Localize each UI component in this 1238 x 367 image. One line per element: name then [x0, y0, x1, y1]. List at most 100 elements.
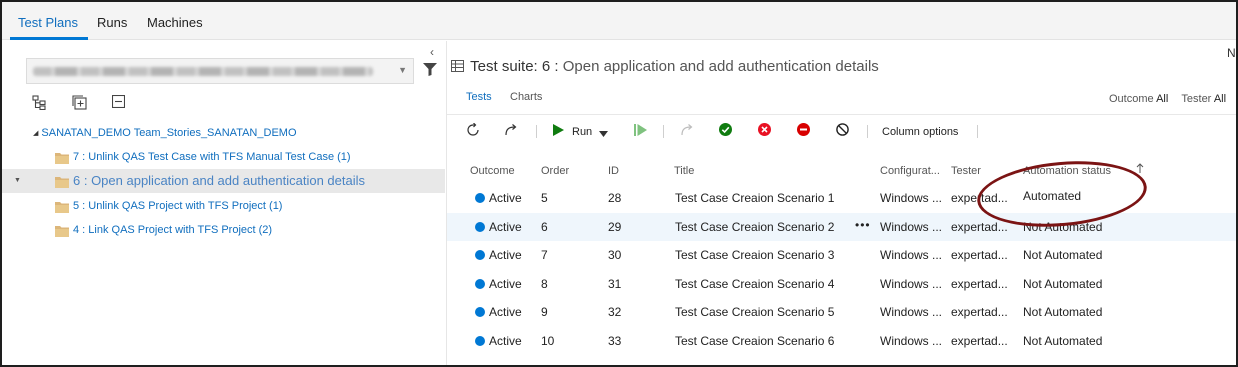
top-tab-bar: Test Plans Runs Machines [2, 2, 1236, 40]
outcome-filter[interactable]: Outcome All [1109, 93, 1168, 105]
toolbar-separator [536, 125, 537, 138]
cell-tester: expertad... [951, 191, 1008, 205]
tester-filter[interactable]: Tester All [1181, 93, 1226, 105]
cell-outcome: Active [489, 334, 522, 348]
cell-configuration: Windows ... [880, 220, 943, 234]
cell-id: 28 [608, 191, 622, 205]
cell-title[interactable]: Test Case Creaion Scenario 5 [675, 305, 834, 319]
cell-title[interactable]: Test Case Creaion Scenario 2 [675, 220, 834, 234]
plan-name-blurred [33, 67, 373, 76]
redo-arrow-icon[interactable] [504, 123, 518, 140]
grid-toolbar: Run Column options [447, 121, 1236, 143]
cell-title[interactable]: Test Case Creaion Scenario 3 [675, 248, 834, 262]
table-row[interactable]: Active 10 33 Test Case Creaion Scenario … [447, 327, 1236, 355]
column-header-title[interactable]: Title [674, 165, 694, 177]
cell-title[interactable]: Test Case Creaion Scenario 6 [675, 334, 834, 348]
tree-node-suite-7[interactable]: 7 : Unlink QAS Test Case with TFS Manual… [2, 146, 445, 170]
cell-outcome: Active [489, 191, 522, 205]
tree-root-node[interactable]: ◢ SANATAN_DEMO Team_Stories_SANATAN_DEMO [33, 127, 297, 139]
cell-outcome: Active [489, 277, 522, 291]
sort-ascending-arrow-icon[interactable] [1136, 163, 1144, 176]
cell-order: 6 [541, 220, 548, 234]
cell-automation-status: Not Automated [1023, 277, 1103, 291]
cell-id: 32 [608, 305, 622, 319]
hierarchy-icon[interactable] [32, 95, 47, 113]
folder-icon [55, 176, 69, 191]
cell-automation-status: Automated [1023, 189, 1082, 203]
column-header-outcome[interactable]: Outcome [470, 165, 515, 177]
active-outcome-dot-icon [475, 336, 485, 346]
tree-node-label: 4 : Link QAS Project with TFS Project (2… [73, 224, 273, 236]
tree-node-suite-5[interactable]: 5 : Unlink QAS Project with TFS Project … [2, 195, 445, 219]
folder-icon [55, 201, 69, 216]
column-header-order[interactable]: Order [541, 165, 569, 177]
cell-automation-status: Not Automated [1023, 248, 1103, 262]
chevron-down-icon: ▼ [398, 65, 407, 75]
filter-icon[interactable] [423, 63, 437, 79]
column-header-automation-status[interactable]: Automation status [1023, 165, 1111, 177]
tree-node-suite-4[interactable]: 4 : Link QAS Project with TFS Project (2… [2, 219, 445, 243]
suite-title: Test suite: 6 : Open application and add… [451, 58, 879, 75]
tree-node-suite-6[interactable]: ▼ 6 : Open application and add authentic… [2, 169, 445, 193]
refresh-icon[interactable] [466, 122, 480, 140]
column-options-button[interactable]: Column options [882, 126, 958, 138]
cell-id: 30 [608, 248, 622, 262]
expand-all-icon[interactable] [72, 95, 87, 113]
cell-id: 29 [608, 220, 622, 234]
tab-test-plans[interactable]: Test Plans [10, 2, 88, 40]
table-row[interactable]: Active 6 29 Test Case Creaion Scenario 2… [447, 213, 1236, 241]
column-header-id[interactable]: ID [608, 165, 619, 177]
play-icon[interactable] [553, 124, 564, 139]
corner-clipped-text: N [1227, 46, 1236, 60]
test-plan-selector[interactable]: ▼ [26, 58, 414, 84]
tab-tests[interactable]: Tests [466, 91, 492, 103]
not-applicable-icon[interactable] [836, 123, 849, 139]
cell-configuration: Windows ... [880, 305, 943, 319]
cell-configuration: Windows ... [880, 191, 943, 205]
cell-title[interactable]: Test Case Creaion Scenario 4 [675, 277, 834, 291]
more-actions-icon[interactable]: ••• [855, 218, 871, 232]
blocked-icon[interactable] [797, 123, 810, 139]
active-outcome-dot-icon [475, 279, 485, 289]
cell-order: 7 [541, 248, 548, 262]
cell-id: 33 [608, 334, 622, 348]
tab-runs[interactable]: Runs [97, 2, 127, 40]
column-header-configuration[interactable]: Configurat... [880, 165, 940, 177]
run-with-options-icon[interactable] [634, 124, 647, 139]
fail-icon[interactable] [758, 123, 771, 139]
cell-tester: expertad... [951, 248, 1008, 262]
pass-icon[interactable] [719, 123, 732, 139]
cell-title[interactable]: Test Case Creaion Scenario 1 [675, 191, 834, 205]
collapse-all-icon[interactable] [111, 94, 126, 111]
tree-node-label: 7 : Unlink QAS Test Case with TFS Manual… [73, 151, 351, 163]
cell-automation-status: Not Automated [1023, 305, 1103, 319]
cell-outcome: Active [489, 220, 522, 234]
toolbar-separator [977, 125, 978, 138]
table-row[interactable]: Active 8 31 Test Case Creaion Scenario 4… [447, 270, 1236, 298]
table-row[interactable]: Active 7 30 Test Case Creaion Scenario 3… [447, 241, 1236, 269]
table-row[interactable]: Active 5 28 Test Case Creaion Scenario 1… [447, 184, 1236, 212]
expanded-triangle-icon: ◢ [33, 130, 39, 137]
cell-configuration: Windows ... [880, 334, 943, 348]
tree-node-label: 5 : Unlink QAS Project with TFS Project … [73, 200, 283, 212]
tab-machines[interactable]: Machines [147, 2, 203, 40]
collapse-pane-chevron-icon[interactable]: ‹ [430, 45, 434, 59]
tab-charts[interactable]: Charts [510, 91, 542, 103]
toolbar-separator [663, 125, 664, 138]
table-row[interactable]: Active 9 32 Test Case Creaion Scenario 5… [447, 298, 1236, 326]
left-pane: ‹ ▼ ◢ SANATAN_DEMO Team_Stories_SANATAN_… [2, 41, 447, 365]
resume-run-icon[interactable] [680, 123, 694, 140]
run-dropdown-caret-icon[interactable] [599, 126, 608, 140]
column-header-tester[interactable]: Tester [951, 165, 981, 177]
cell-configuration: Windows ... [880, 277, 943, 291]
toolbar-separator [867, 125, 868, 138]
active-outcome-dot-icon [475, 307, 485, 317]
expand-triangle-icon[interactable]: ▼ [14, 177, 21, 184]
cell-order: 9 [541, 305, 548, 319]
cell-configuration: Windows ... [880, 248, 943, 262]
run-button[interactable]: Run [572, 126, 592, 138]
cell-tester: expertad... [951, 334, 1008, 348]
folder-icon [55, 152, 69, 167]
grid-header: Outcome Order ID Title Configurat... Tes… [447, 156, 1236, 182]
tabs-separator [447, 114, 1236, 115]
